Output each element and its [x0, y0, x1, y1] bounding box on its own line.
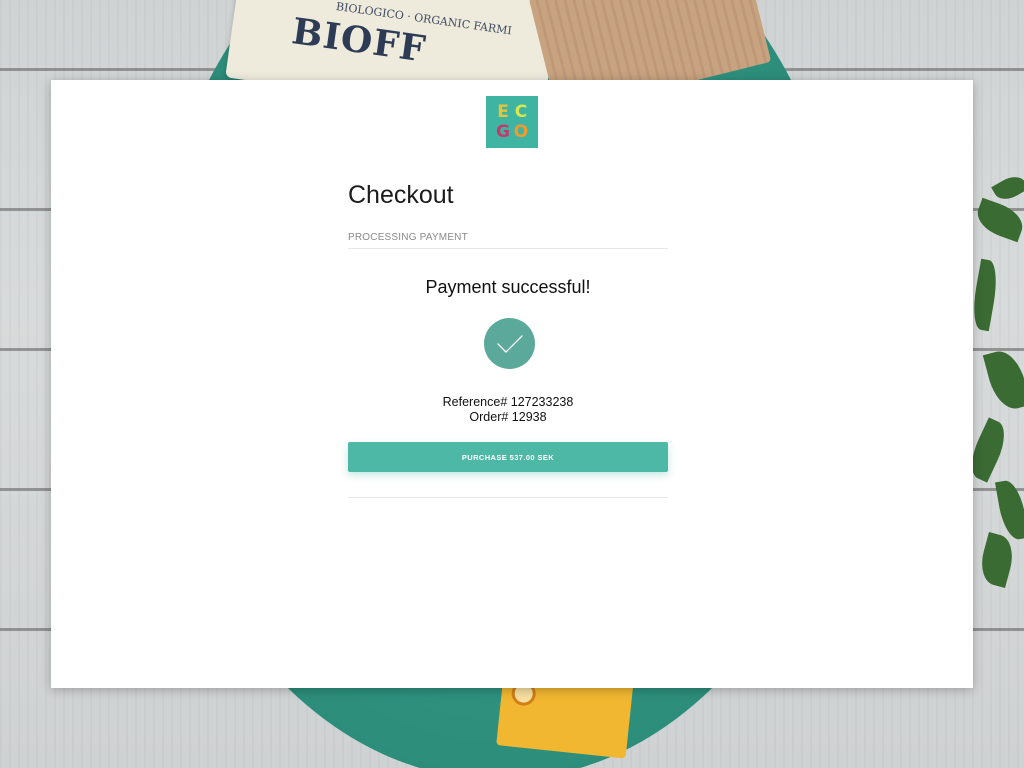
reference-number: Reference# 127233238 — [442, 395, 574, 409]
logo-letter-o: O — [513, 122, 529, 142]
plant-leaf — [969, 258, 1001, 332]
page-title: Checkout — [348, 181, 454, 209]
checkout-modal: E C G O Checkout PROCESSING PAYMENT Paym… — [51, 80, 973, 688]
plant-leaf — [976, 531, 1018, 589]
plant-leaf — [972, 197, 1024, 243]
plant-leaf — [982, 346, 1024, 414]
step-label: PROCESSING PAYMENT — [348, 232, 468, 243]
success-message: Payment successful! — [425, 277, 591, 297]
plant-leaf — [991, 171, 1024, 205]
logo-letter-c: C — [514, 102, 528, 122]
success-badge — [484, 318, 535, 369]
divider — [348, 248, 668, 249]
order-number: Order# 12938 — [469, 410, 547, 424]
purchase-button[interactable]: PURCHASE 537.00 SEK — [348, 442, 668, 472]
logo-letter-e: E — [497, 102, 509, 122]
logo-letter-g: G — [496, 122, 510, 142]
plant-leaf — [994, 478, 1024, 542]
ecgo-logo-icon: E C G O — [486, 96, 538, 148]
checkmark-icon — [496, 334, 523, 353]
divider — [348, 497, 668, 498]
